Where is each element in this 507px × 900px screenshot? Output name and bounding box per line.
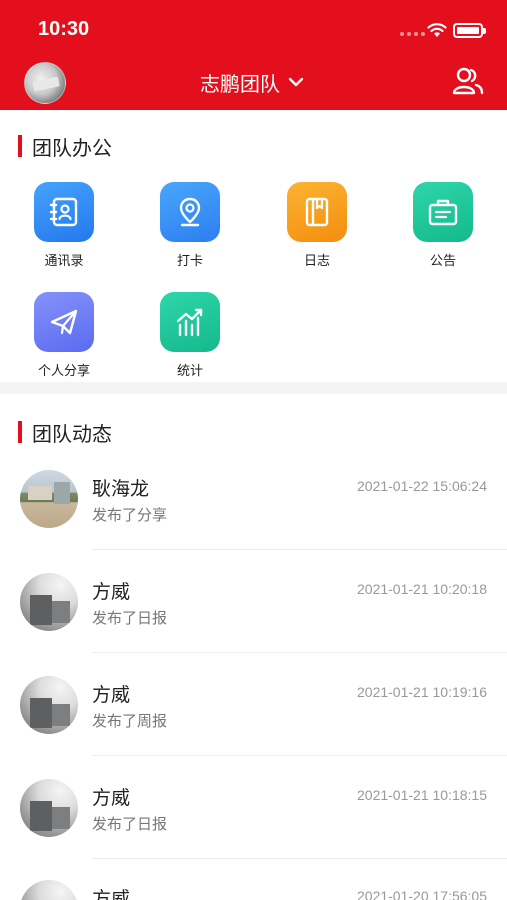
feed-section-title: 团队动态 xyxy=(32,421,112,446)
feed-timestamp: 2021-01-21 10:18:15 xyxy=(357,787,487,803)
feed-separator xyxy=(92,549,507,550)
feed-item[interactable]: 方威 发布了日报 2021-01-21 10:20:18 xyxy=(0,573,507,676)
feed-separator xyxy=(92,755,507,756)
paper-plane-icon xyxy=(34,292,94,352)
notebook-icon xyxy=(287,182,347,242)
wifi-icon xyxy=(427,23,447,37)
team-switcher[interactable]: 志鹏团队 xyxy=(200,68,304,96)
feed-author-name: 方威 xyxy=(92,787,131,809)
status-time: 10:30 xyxy=(38,18,90,40)
log-label: 日志 xyxy=(303,254,330,269)
feed-item[interactable]: 方威 发布了周报 2021-01-21 10:19:16 xyxy=(0,676,507,779)
location-pin-icon xyxy=(160,182,220,242)
personal-share-label: 个人分享 xyxy=(37,364,90,379)
avatar[interactable] xyxy=(20,779,78,837)
feed-timestamp: 2021-01-21 10:19:16 xyxy=(357,684,487,700)
check-in-button[interactable]: 打卡 xyxy=(140,182,240,269)
feed-separator xyxy=(92,652,507,653)
team-members-icon[interactable] xyxy=(452,66,484,96)
contacts-button[interactable]: 通讯录 xyxy=(14,182,114,269)
battery-icon xyxy=(453,23,486,38)
announcement-button[interactable]: 公告 xyxy=(393,182,493,269)
feed-action-text: 发布了日报 xyxy=(92,609,168,627)
user-avatar[interactable] xyxy=(24,62,66,104)
statistics-label: 统计 xyxy=(176,364,203,379)
feed-action-text: 发布了日报 xyxy=(92,815,168,833)
feed-action-text: 发布了周报 xyxy=(92,712,168,730)
chart-icon xyxy=(160,292,220,352)
feed-separator xyxy=(92,858,507,859)
cellular-signal-icon xyxy=(400,32,425,36)
feed-item[interactable]: 耿海龙 发布了分享 2021-01-22 15:06:24 xyxy=(0,470,507,573)
avatar[interactable] xyxy=(20,880,78,900)
feed-section-header: 团队动态 xyxy=(0,417,507,447)
statistics-button[interactable]: 统计 xyxy=(140,292,240,379)
personal-share-button[interactable]: 个人分享 xyxy=(14,292,114,379)
feed-timestamp: 2021-01-20 17:56:05 xyxy=(357,888,487,900)
check-in-label: 打卡 xyxy=(176,254,203,269)
avatar[interactable] xyxy=(20,470,78,528)
contacts-icon xyxy=(34,182,94,242)
chevron-down-icon xyxy=(288,77,304,87)
feed-timestamp: 2021-01-21 10:20:18 xyxy=(357,581,487,597)
feed-author-name: 耿海龙 xyxy=(92,478,150,500)
office-section-header: 团队办公 xyxy=(0,131,507,161)
section-divider xyxy=(0,382,507,394)
feed-author-name: 方威 xyxy=(92,581,131,603)
log-button[interactable]: 日志 xyxy=(267,182,367,269)
contacts-label: 通讯录 xyxy=(44,254,84,269)
announcement-label: 公告 xyxy=(429,254,456,269)
feed-author-name: 方威 xyxy=(92,684,131,706)
office-section-title: 团队办公 xyxy=(32,135,112,160)
section-accent-bar xyxy=(18,135,22,157)
section-accent-bar xyxy=(18,421,22,443)
avatar[interactable] xyxy=(20,676,78,734)
announcement-icon xyxy=(413,182,473,242)
feed-item[interactable]: 方威 2021-01-20 17:56:05 xyxy=(0,880,507,900)
feed-action-text: 发布了分享 xyxy=(92,506,168,524)
feed-item[interactable]: 方威 发布了日报 2021-01-21 10:18:15 xyxy=(0,779,507,882)
team-name: 志鹏团队 xyxy=(200,71,280,96)
feed-timestamp: 2021-01-22 15:06:24 xyxy=(357,478,487,494)
feed-author-name: 方威 xyxy=(92,888,131,900)
avatar[interactable] xyxy=(20,573,78,631)
top-header: 10:30 志鹏团队 xyxy=(0,0,507,110)
